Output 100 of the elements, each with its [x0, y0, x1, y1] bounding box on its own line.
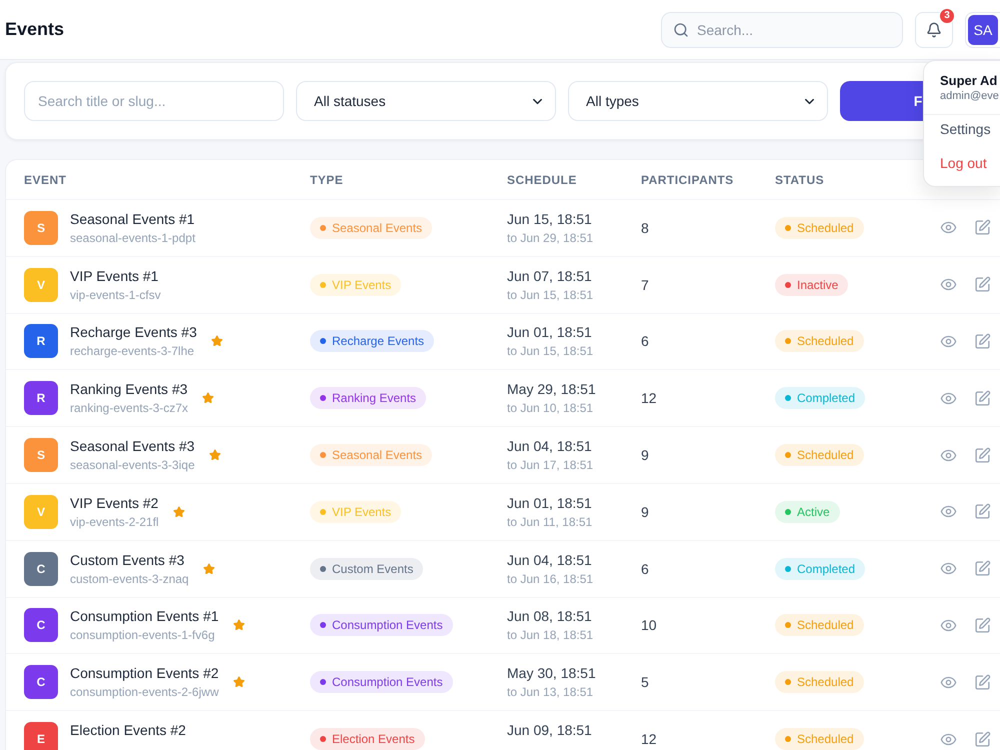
- notification-button[interactable]: 3: [915, 12, 953, 48]
- pen-square-icon[interactable]: [974, 276, 991, 294]
- status-select[interactable]: All statuses: [296, 81, 556, 121]
- event-avatar: C: [24, 665, 58, 700]
- type-tag-label: Custom Events: [332, 562, 414, 576]
- status-tag-label: Scheduled: [797, 618, 854, 632]
- pen-square-icon[interactable]: [974, 390, 991, 407]
- pen-square-icon[interactable]: [974, 503, 991, 520]
- schedule-end: to Jun 10, 18:51: [507, 400, 594, 416]
- search-field[interactable]: Search...: [661, 12, 903, 48]
- participants-count: 12: [641, 390, 658, 406]
- schedule-start: Jun 07, 18:51: [507, 266, 593, 285]
- participants-count: 8: [641, 220, 650, 236]
- column-header: TYPE: [310, 172, 344, 186]
- participants-count: 6: [641, 333, 650, 350]
- event-avatar: C: [24, 552, 58, 586]
- schedule-start: Jun 09, 18:51: [507, 721, 593, 740]
- schedule-end: to Jun 13, 18:51: [507, 684, 594, 700]
- event-title: Custom Events #3: [70, 550, 186, 569]
- status-tag-label: Scheduled: [797, 448, 854, 462]
- status-tag-label: Inactive: [797, 278, 838, 292]
- schedule-start: Jun 01, 18:51: [507, 494, 593, 512]
- event-slug: vip-events-1-cfsv: [70, 286, 161, 303]
- event-avatar: S: [24, 210, 58, 245]
- pen-square-icon[interactable]: [974, 332, 991, 350]
- schedule-end: to Jun 11, 18:51: [507, 514, 594, 530]
- menu-item[interactable]: Log out: [924, 149, 1000, 177]
- schedule-start: Jun 08, 18:51: [507, 607, 593, 626]
- event-avatar: V: [24, 494, 58, 529]
- event-avatar: C: [24, 608, 58, 642]
- column-header: EVENT: [24, 172, 68, 186]
- event-title: Consumption Events #2: [70, 664, 219, 682]
- event-title: Seasonal Events #3: [70, 437, 195, 456]
- event-title: VIP Events #1: [70, 266, 160, 285]
- event-slug: consumption-events-1-fv6g: [70, 627, 216, 644]
- column-header: PARTICIPANTS: [641, 172, 735, 186]
- schedule-end: to Jun 16, 18:51: [507, 570, 594, 587]
- event-avatar: R: [24, 324, 58, 358]
- type-tag-label: VIP Events: [332, 278, 392, 292]
- page-title: Events: [5, 19, 66, 40]
- schedule-start: May 29, 18:51: [507, 380, 597, 398]
- event-avatar: S: [24, 438, 58, 472]
- status-tag-label: Completed: [797, 562, 856, 576]
- column-header: STATUS: [775, 172, 826, 186]
- event-title: Seasonal Events #1: [70, 210, 196, 228]
- status-tag-label: Active: [797, 504, 830, 519]
- event-slug: ranking-events-3-cz7x: [70, 400, 188, 416]
- type-tag-label: Election Events: [332, 732, 415, 746]
- schedule-start: Jun 04, 18:51: [507, 437, 593, 456]
- event-title: VIP Events #2: [70, 494, 159, 512]
- event-title: Election Events #2: [70, 721, 186, 740]
- schedule-end: to Jun 17, 18:51: [507, 457, 594, 474]
- participants-count: 5: [641, 674, 650, 690]
- event-title: Consumption Events #1: [70, 607, 219, 626]
- pen-square-icon[interactable]: [974, 616, 991, 634]
- search-input[interactable]: Search title or slug...: [24, 81, 284, 121]
- search-icon: [673, 22, 689, 38]
- participants-count: 9: [641, 447, 650, 464]
- schedule-end: to Jun 29, 18:51: [507, 230, 594, 246]
- type-tag-label: VIP Events: [332, 504, 392, 519]
- pen-square-icon[interactable]: [974, 560, 991, 578]
- event-avatar: R: [24, 381, 58, 416]
- schedule-start: May 30, 18:51: [507, 664, 597, 682]
- event-slug: vip-events-2-21fl: [70, 514, 159, 530]
- pen-square-icon[interactable]: [974, 674, 991, 691]
- event-title: Ranking Events #3: [70, 380, 188, 398]
- type-tag-label: Seasonal Events: [332, 448, 422, 462]
- pen-square-icon[interactable]: [974, 219, 991, 236]
- schedule-start: Jun 01, 18:51: [507, 323, 593, 342]
- event-slug: seasonal-events-1-pdpt: [70, 230, 196, 246]
- status-tag-label: Scheduled: [797, 334, 854, 348]
- status-tag-label: Scheduled: [797, 675, 854, 690]
- schedule-start: Jun 04, 18:51: [507, 550, 593, 569]
- status-tag-label: Completed: [797, 391, 856, 406]
- type-tag-label: Seasonal Events: [332, 220, 422, 235]
- pen-square-icon[interactable]: [974, 446, 991, 464]
- participants-count: 6: [641, 560, 650, 577]
- event-title: Recharge Events #3: [70, 323, 197, 342]
- type-tag-label: Recharge Events: [332, 334, 424, 348]
- type-tag-label: Consumption Events: [332, 675, 443, 690]
- participants-count: 12: [641, 731, 658, 748]
- type-tag-label: Ranking Events: [332, 391, 416, 406]
- bell-icon: [926, 22, 942, 38]
- participants-count: 10: [641, 617, 658, 634]
- event-slug: seasonal-events-3-3iqe: [70, 457, 195, 474]
- event-slug: custom-events-3-znaq: [70, 570, 189, 587]
- notification-badge: 3: [939, 8, 955, 24]
- event-avatar: V: [24, 268, 58, 302]
- event-slug: recharge-events-3-7lhe: [70, 343, 196, 360]
- participants-count: 9: [641, 504, 650, 520]
- pen-square-icon[interactable]: [974, 730, 991, 748]
- event-avatar: E: [24, 722, 58, 750]
- status-tag-label: Scheduled: [797, 220, 854, 235]
- type-select[interactable]: All types: [568, 81, 828, 121]
- type-tag-label: Consumption Events: [332, 618, 443, 632]
- schedule-end: to Jun 15, 18:51: [507, 343, 594, 360]
- participants-count: 7: [641, 276, 650, 293]
- schedule-end: to Jun 15, 18:51: [507, 286, 594, 303]
- schedule-end: to Jun 18, 18:51: [507, 627, 594, 644]
- status-tag-label: Scheduled: [797, 732, 854, 746]
